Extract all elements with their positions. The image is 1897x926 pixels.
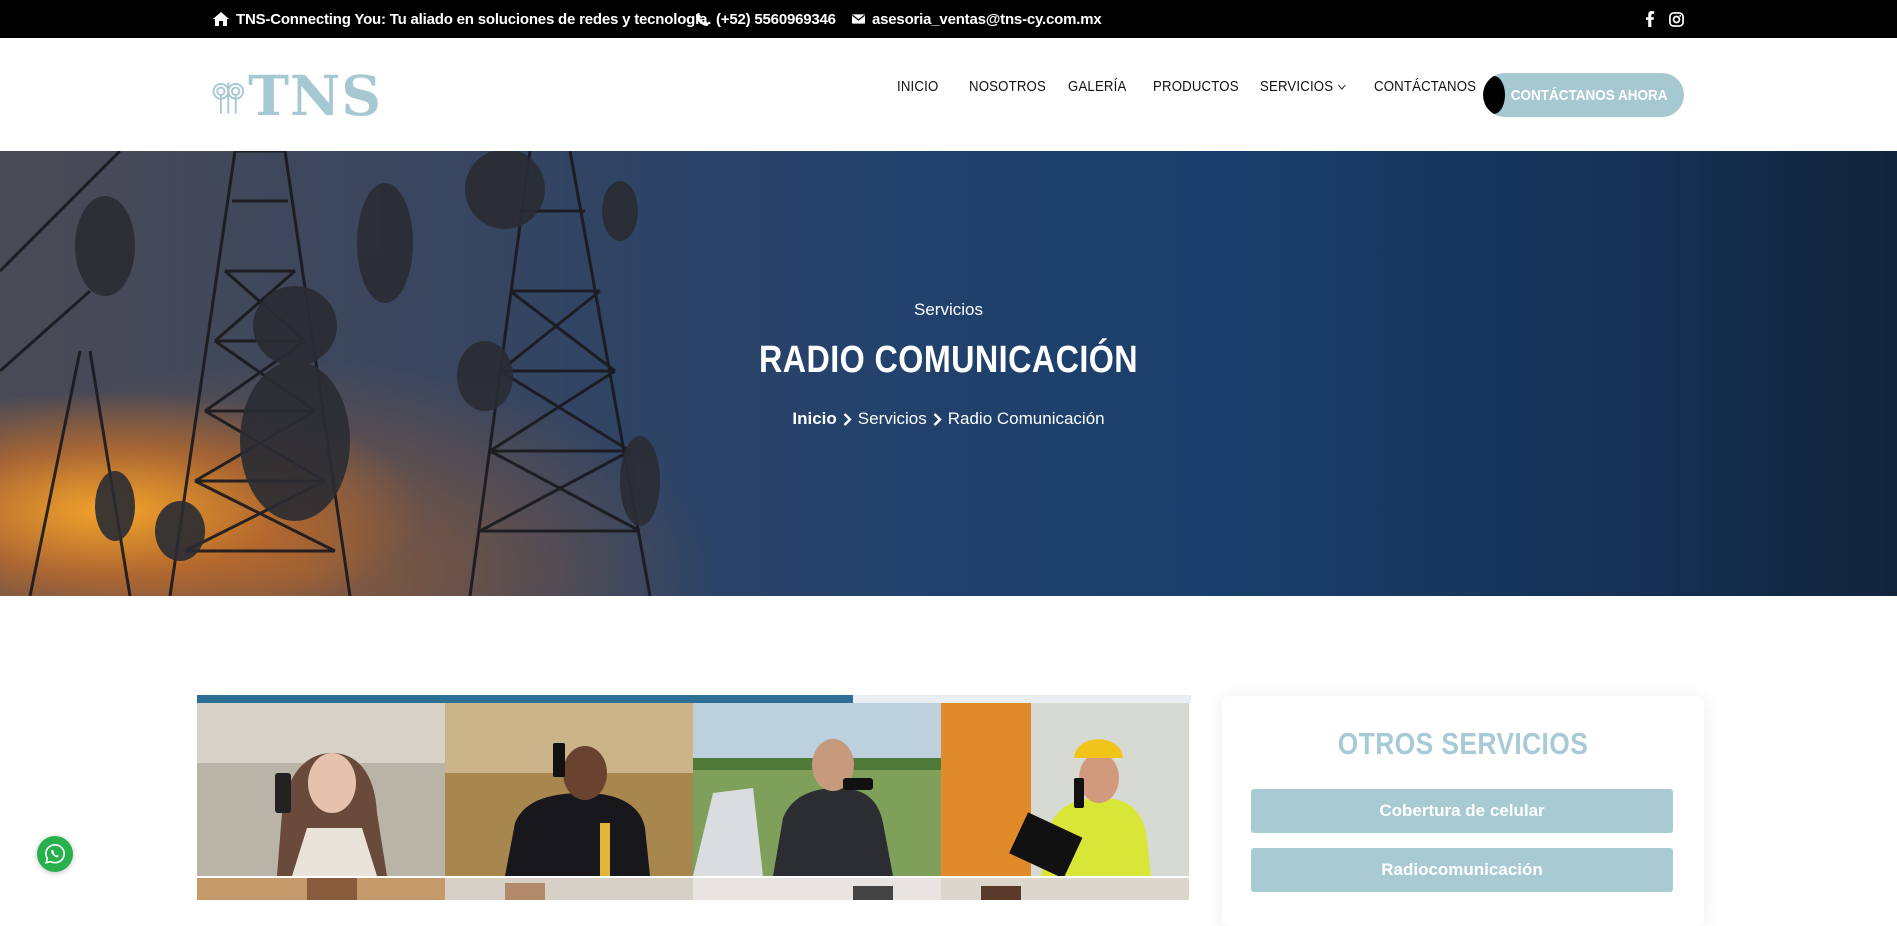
photo-row-2-b: [445, 878, 693, 900]
other-services-panel: OTROS SERVICIOS Cobertura de celular Rad…: [1222, 696, 1704, 926]
photo-row-2-d: [941, 878, 1189, 900]
page-title: RADIO COMUNICACIÓN: [758, 339, 1139, 381]
service-link-cobertura[interactable]: Cobertura de celular: [1251, 789, 1673, 833]
site-header: TNS INICIO NOSOTROS GALERÍA PRODUCTOS SE…: [0, 38, 1897, 151]
nav-label: INICIO: [897, 78, 939, 95]
home-icon: [213, 12, 229, 26]
cta-label: CONTÁCTANOS AHORA: [1511, 86, 1668, 104]
photo-man-golf-cart-radio: [693, 703, 941, 876]
logo-text: TNS: [248, 62, 382, 128]
chevron-right-icon: [843, 412, 852, 426]
facebook-icon: [1646, 11, 1655, 27]
instagram-link[interactable]: [1669, 0, 1684, 38]
gallery-progress-fill: [197, 695, 854, 703]
service-label: Radiocomunicación: [1381, 860, 1543, 879]
breadcrumb-servicios[interactable]: Servicios: [858, 409, 927, 429]
nav-inicio[interactable]: INICIO: [897, 78, 938, 95]
nav-label: NOSOTROS: [969, 78, 1046, 95]
whatsapp-button[interactable]: [37, 836, 73, 872]
email-text: asesoria_ventas@tns-cy.com.mx: [872, 10, 1102, 28]
nav-label: PRODUCTOS: [1153, 78, 1239, 95]
button-decoration: [1483, 76, 1505, 114]
sidebar-title: OTROS SERVICIOS: [1337, 726, 1589, 761]
antenna-logo-icon: [212, 82, 245, 114]
breadcrumb: Inicio Servicios Radio Comunicación: [0, 409, 1897, 429]
phone-icon: [696, 12, 709, 26]
tagline-text: TNS-Connecting You: Tu aliado en solucio…: [236, 10, 712, 28]
nav-label: CONTÁCTANOS: [1374, 78, 1477, 95]
nav-productos[interactable]: PRODUCTOS: [1153, 78, 1239, 95]
hero-subtitle: Servicios: [914, 300, 983, 319]
nav-label: GALERÍA: [1068, 78, 1127, 95]
photo-worker-hardhat-radio: [941, 703, 1189, 876]
photo-woman-radio: [197, 703, 445, 876]
gallery-progress-bar: [197, 695, 1191, 703]
tagline: TNS-Connecting You: Tu aliado en solucio…: [213, 0, 711, 38]
service-label: Cobertura de celular: [1379, 801, 1545, 820]
service-link-radiocomunicacion[interactable]: Radiocomunicación: [1251, 848, 1673, 892]
hero-banner: Servicios RADIO COMUNICACIÓN Inicio Serv…: [0, 151, 1897, 596]
breadcrumb-current: Radio Comunicación: [947, 409, 1105, 428]
email-link[interactable]: asesoria_ventas@tns-cy.com.mx: [852, 0, 1102, 38]
envelope-icon: [852, 14, 865, 24]
nav-nosotros[interactable]: NOSOTROS: [969, 78, 1046, 95]
phone-text: (+52) 5560969346: [716, 10, 836, 28]
service-image-gallery: [197, 695, 1191, 900]
breadcrumb-home[interactable]: Inicio: [792, 409, 836, 429]
phone-link[interactable]: (+52) 5560969346: [696, 0, 836, 38]
nav-contactanos[interactable]: CONTÁCTANOS: [1374, 78, 1476, 95]
top-bar: TNS-Connecting You: Tu aliado en solucio…: [0, 0, 1897, 38]
nav-galeria[interactable]: GALERÍA: [1068, 78, 1126, 95]
photo-row-2-c: [693, 878, 941, 900]
photo-row-2-a: [197, 878, 445, 900]
facebook-link[interactable]: [1645, 0, 1655, 38]
chevron-right-icon: [933, 412, 942, 426]
contact-now-button[interactable]: CONTÁCTANOS AHORA: [1483, 73, 1684, 117]
photo-hotel-staff-radio: [445, 703, 693, 876]
chevron-down-icon: [1338, 84, 1346, 90]
logo[interactable]: TNS: [212, 60, 382, 130]
whatsapp-icon: [45, 844, 65, 864]
nav-label: SERVICIOS: [1260, 78, 1334, 95]
nav-servicios[interactable]: SERVICIOS: [1260, 78, 1346, 95]
instagram-icon: [1669, 11, 1684, 27]
